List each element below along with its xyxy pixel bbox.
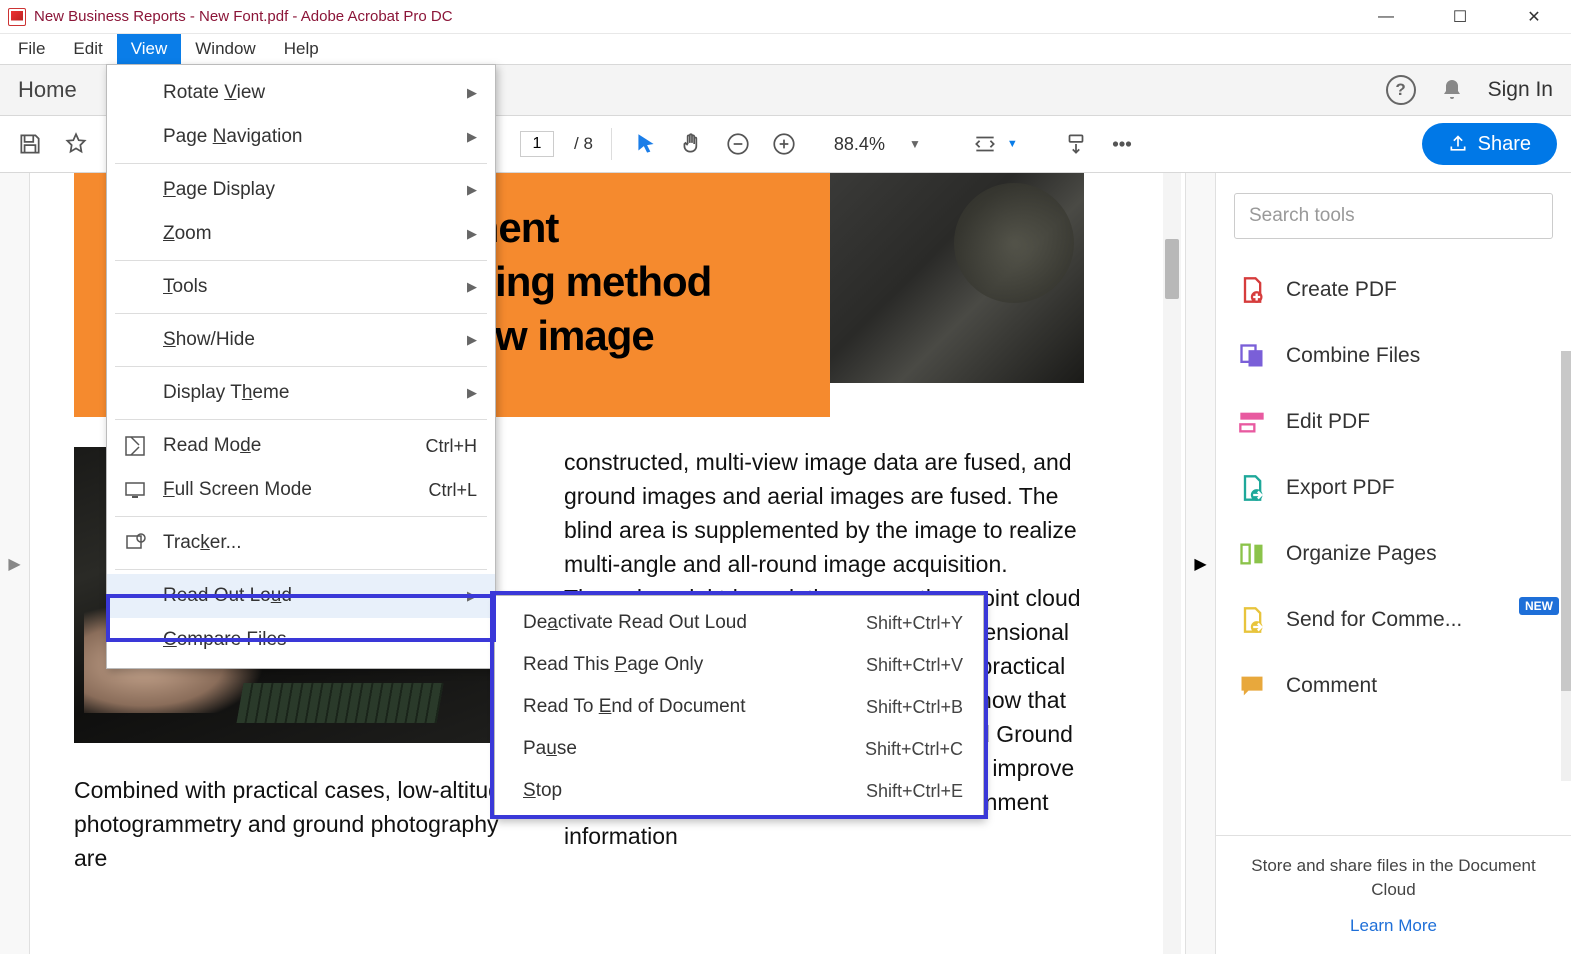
organize-pages-icon [1238,540,1266,568]
more-tools-icon[interactable] [1106,128,1138,160]
left-panel-toggle[interactable]: ▶ [0,173,30,954]
menu-help[interactable]: Help [270,34,333,64]
tool-label: Edit PDF [1286,410,1370,434]
cloud-message: Store and share files in the Document Cl… [1236,854,1551,902]
titlebar: New Business Reports - New Font.pdf - Ad… [0,0,1571,34]
submenu-read-to-end[interactable]: Read To End of DocumentShift+Ctrl+B [495,686,983,728]
divider [611,128,612,160]
submenu-stop[interactable]: StopShift+Ctrl+E [495,770,983,812]
menu-page-display[interactable]: Page Display▶ [107,168,495,212]
combine-files-icon [1238,342,1266,370]
share-button[interactable]: Share [1422,123,1557,165]
tool-comment[interactable]: Comment [1216,653,1571,719]
menu-display-theme[interactable]: Display Theme▶ [107,371,495,415]
export-pdf-icon [1238,474,1266,502]
menu-tools[interactable]: Tools▶ [107,265,495,309]
page-total-label: / 8 [574,134,593,154]
menu-rotate-view[interactable]: Rotate View▶ [107,71,495,115]
share-label: Share [1478,133,1531,156]
scroll-mode-icon[interactable] [1060,128,1092,160]
fullscreen-icon [123,478,147,502]
read-out-loud-submenu: Deactivate Read Out LoudShift+Ctrl+Y Rea… [494,595,984,819]
tool-combine-files[interactable]: Combine Files [1216,323,1571,389]
tracker-icon [123,531,147,555]
scrollbar-thumb[interactable] [1165,239,1179,299]
tool-label: Send for Comme... [1286,608,1462,632]
doc-banner-line: ment [462,201,812,255]
fit-width-icon[interactable] [969,128,1001,160]
fit-width-caret[interactable]: ▼ [1007,138,1018,150]
close-button[interactable]: ✕ [1511,0,1557,34]
tools-scrollbar-thumb[interactable] [1561,351,1571,691]
tool-edit-pdf[interactable]: Edit PDF [1216,389,1571,455]
submenu-read-this-page[interactable]: Read This Page OnlyShift+Ctrl+V [495,644,983,686]
tool-label: Organize Pages [1286,542,1437,566]
right-panel-toggle[interactable]: ▶ [1185,173,1215,954]
menu-compare-files[interactable]: Compare Files [107,618,495,662]
tool-send-for-comments[interactable]: Send for Comme... NEW [1216,587,1571,653]
menu-edit[interactable]: Edit [59,34,116,64]
search-placeholder: Search tools [1249,205,1355,227]
view-menu-dropdown: Rotate View▶ Page Navigation▶ Page Displ… [106,64,496,669]
hand-tool-icon[interactable] [676,128,708,160]
window-title: New Business Reports - New Font.pdf - Ad… [34,8,1363,25]
zoom-dropdown-caret[interactable]: ▼ [909,137,921,151]
learn-more-link[interactable]: Learn More [1350,916,1437,936]
tool-organize-pages[interactable]: Organize Pages [1216,521,1571,587]
doc-banner-line: iew image [462,309,812,363]
doc-banner-line: eling method [462,255,812,309]
acrobat-app-icon [8,8,26,26]
home-tab[interactable]: Home [18,77,77,103]
selection-arrow-icon[interactable] [630,128,662,160]
page-number-input[interactable] [520,131,554,157]
submenu-deactivate[interactable]: Deactivate Read Out LoudShift+Ctrl+Y [495,602,983,644]
document-scrollbar[interactable] [1163,173,1181,954]
notifications-icon[interactable] [1440,78,1464,102]
search-tools-input[interactable]: Search tools [1234,193,1553,239]
minimize-button[interactable]: — [1363,0,1409,34]
zoom-out-icon[interactable] [722,128,754,160]
menu-view[interactable]: View [117,34,182,64]
tools-panel: Search tools Create PDF Combine Files Ed… [1215,173,1571,954]
menubar: File Edit View Window Help [0,34,1571,64]
menu-file[interactable]: File [4,34,59,64]
create-pdf-icon [1238,276,1266,304]
doc-paragraph: Combined with practical cases, low-altit… [74,773,514,875]
send-comments-icon [1238,606,1266,634]
zoom-level[interactable]: 88.4% [834,134,885,155]
help-icon[interactable]: ? [1386,75,1416,105]
menu-read-mode[interactable]: Read ModeCtrl+H [107,424,495,468]
doc-image-aerial [830,173,1084,383]
tool-export-pdf[interactable]: Export PDF [1216,455,1571,521]
edit-pdf-icon [1238,408,1266,436]
zoom-in-icon[interactable] [768,128,800,160]
save-icon[interactable] [14,128,46,160]
tool-label: Export PDF [1286,476,1395,500]
new-badge: NEW [1519,597,1559,615]
menu-full-screen[interactable]: Full Screen ModeCtrl+L [107,468,495,512]
star-icon[interactable] [60,128,92,160]
tool-label: Comment [1286,674,1377,698]
doc-decoration [74,173,94,417]
tool-label: Create PDF [1286,278,1397,302]
maximize-button[interactable]: ☐ [1437,0,1483,34]
menu-window[interactable]: Window [181,34,269,64]
menu-show-hide[interactable]: Show/Hide▶ [107,318,495,362]
menu-read-out-loud[interactable]: Read Out Loud▶ [107,574,495,618]
comment-icon [1238,672,1266,700]
menu-tracker[interactable]: Tracker... [107,521,495,565]
submenu-pause[interactable]: PauseShift+Ctrl+C [495,728,983,770]
cloud-footer: Store and share files in the Document Cl… [1216,835,1571,954]
tool-label: Combine Files [1286,344,1420,368]
tool-create-pdf[interactable]: Create PDF [1216,257,1571,323]
sign-in-link[interactable]: Sign In [1488,78,1553,102]
menu-page-navigation[interactable]: Page Navigation▶ [107,115,495,159]
menu-zoom[interactable]: Zoom▶ [107,212,495,256]
read-mode-icon [123,434,147,458]
